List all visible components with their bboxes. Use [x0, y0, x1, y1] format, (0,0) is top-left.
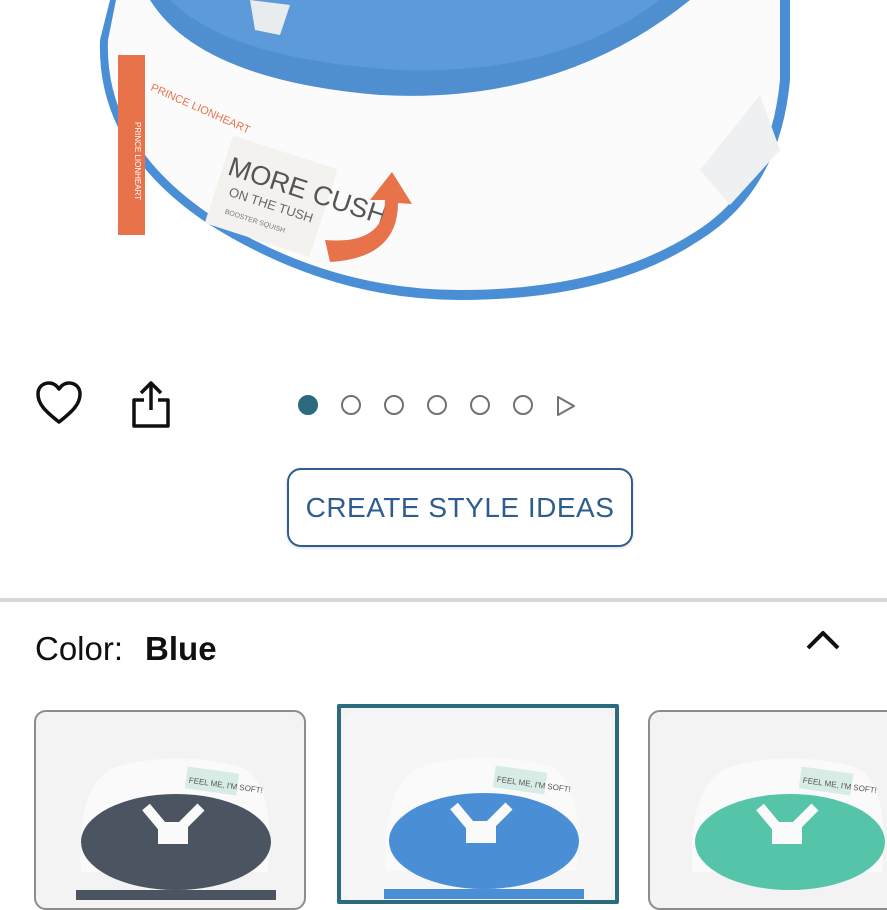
heart-icon[interactable] — [35, 380, 83, 431]
section-divider — [0, 598, 887, 602]
carousel-dot-4[interactable] — [427, 395, 447, 415]
color-swatch-blue[interactable]: FEEL ME, I'M SOFT! — [337, 704, 619, 904]
color-selector-header: Color: Blue — [35, 630, 217, 668]
carousel-dot-3[interactable] — [384, 395, 404, 415]
play-icon[interactable] — [555, 395, 577, 417]
carousel-dot-5[interactable] — [470, 395, 490, 415]
brand-text: PRINCE LIONHEART — [133, 122, 142, 200]
carousel-dot-6[interactable] — [513, 395, 533, 415]
create-style-ideas-button[interactable]: CREATE STYLE IDEAS — [287, 468, 633, 547]
color-value: Blue — [145, 630, 217, 667]
share-icon[interactable] — [131, 380, 171, 435]
chevron-up-icon[interactable] — [804, 628, 842, 657]
color-swatch-teal[interactable]: FEEL ME, I'M SOFT! — [648, 710, 887, 910]
color-label: Color: — [35, 630, 124, 667]
product-image: PRINCE LIONHEART PRINCE LIONHEART MORE C… — [0, 0, 887, 340]
carousel-dot-1[interactable] — [298, 395, 318, 415]
color-swatch-gray[interactable]: FEEL ME, I'M SOFT! — [34, 710, 306, 910]
carousel-dot-2[interactable] — [341, 395, 361, 415]
